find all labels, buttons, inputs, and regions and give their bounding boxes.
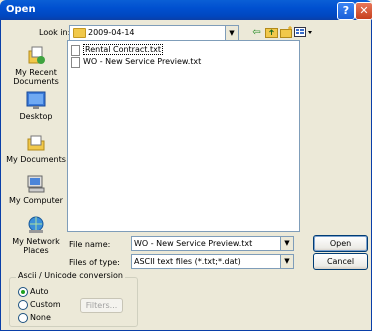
place-desktop[interactable]: Desktop (6, 90, 66, 121)
look-in-dropdown[interactable]: 2009-04-14 ▼ (69, 25, 239, 41)
radio-label: None (30, 313, 51, 322)
title-bar[interactable]: Open ? ✕ (0, 0, 372, 20)
file-type-dropdown[interactable]: ASCII text files (*.txt;*.dat) ▼ (131, 254, 294, 269)
filters-button[interactable]: Filters... (80, 298, 123, 313)
place-recent-documents[interactable]: My Recent Documents (6, 46, 66, 86)
radio-button[interactable] (18, 313, 28, 323)
places-bar: My Recent Documents Desktop My Documents… (6, 40, 66, 259)
radio-label: Custom (30, 300, 61, 309)
radio-auto[interactable]: Auto (18, 287, 98, 297)
cancel-button[interactable]: Cancel (313, 253, 368, 270)
place-label: My Network Places (12, 237, 60, 255)
place-network-places[interactable]: My Network Places (6, 215, 66, 255)
back-icon[interactable]: ⇦ (250, 26, 263, 39)
place-my-documents[interactable]: My Documents (6, 133, 66, 164)
place-label: My Documents (6, 155, 66, 164)
open-button[interactable]: Open (313, 235, 368, 252)
views-menu-icon[interactable] (294, 26, 314, 39)
radio-none[interactable]: None (18, 313, 98, 323)
radio-button[interactable] (18, 300, 28, 310)
network-places-icon (26, 215, 46, 235)
my-documents-icon (26, 133, 46, 153)
file-name: WO - New Service Preview.txt (83, 57, 202, 66)
look-in-value: 2009-04-14 (88, 28, 135, 37)
chevron-down-icon[interactable]: ▼ (280, 237, 293, 250)
place-label: My Recent Documents (13, 68, 59, 86)
recent-documents-icon (26, 46, 46, 66)
radio-button[interactable] (18, 287, 28, 297)
file-name-field[interactable]: WO - New Service Preview.txt ▼ (131, 236, 294, 251)
look-in-label: Look in: (39, 28, 71, 37)
new-folder-icon[interactable] (280, 26, 293, 39)
file-list[interactable]: Rental Contract.txt WO - New Service Pre… (67, 40, 300, 232)
chevron-down-icon[interactable]: ▼ (280, 255, 293, 268)
up-folder-icon[interactable] (265, 26, 278, 39)
chevron-down-icon[interactable]: ▼ (225, 26, 238, 40)
desktop-icon (26, 90, 46, 110)
file-name-label: File name: (69, 240, 111, 249)
place-my-computer[interactable]: My Computer (6, 174, 66, 205)
list-item[interactable]: Rental Contract.txt (71, 44, 163, 56)
radio-label: Auto (30, 287, 49, 296)
window-title: Open (6, 4, 36, 15)
help-button[interactable]: ? (337, 2, 355, 20)
file-name-value: WO - New Service Preview.txt (134, 239, 253, 248)
file-name: Rental Contract.txt (83, 44, 163, 55)
list-item[interactable]: WO - New Service Preview.txt (71, 57, 201, 68)
place-label: Desktop (19, 112, 53, 121)
text-file-icon (71, 45, 80, 56)
file-type-value: ASCII text files (*.txt;*.dat) (134, 257, 241, 266)
close-button[interactable]: ✕ (355, 2, 372, 20)
conversion-group-title: Ascii / Unicode conversion (16, 271, 125, 280)
text-file-icon (71, 57, 80, 68)
folder-icon (73, 28, 86, 38)
file-type-label: Files of type: (69, 258, 120, 267)
my-computer-icon (26, 174, 46, 194)
place-label: My Computer (9, 196, 63, 205)
